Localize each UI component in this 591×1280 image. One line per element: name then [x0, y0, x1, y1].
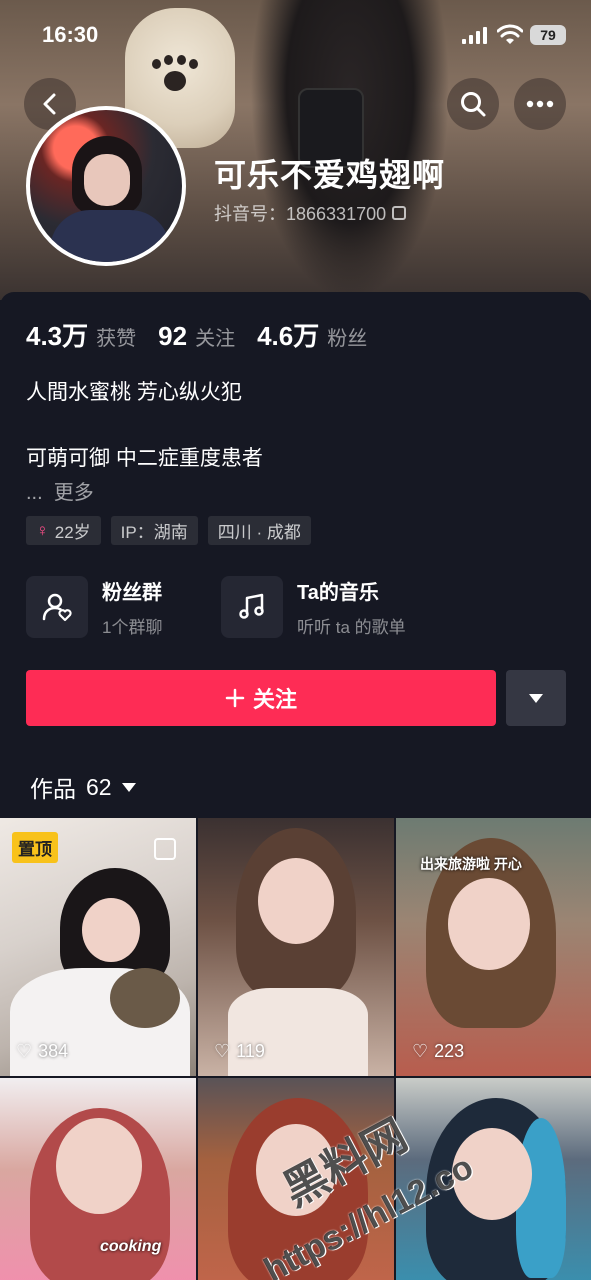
tab-works[interactable]: 作品 62 [30, 770, 136, 804]
copy-icon[interactable] [392, 206, 407, 220]
like-count: ♡ 223 [412, 1041, 465, 1061]
search-button[interactable] [447, 78, 499, 130]
music-entry[interactable]: Ta的音乐 听听 ta 的歌单 [221, 576, 406, 638]
follow-button[interactable]: 关注 [26, 670, 496, 726]
stat-likes[interactable]: 4.3万 获赞 [26, 316, 136, 353]
stat-followers-label: 粉丝 [327, 328, 368, 350]
heart-icon: ♡ [16, 1041, 33, 1061]
bio-expand[interactable]: ... 更多 [26, 476, 94, 505]
bio-line-2: 可萌可御 中二症重度患者 [26, 447, 263, 470]
video-thumbnail[interactable]: 出来旅游啦 开心 ♡ 223 [396, 818, 591, 1076]
status-bar: 16:30 79 [0, 0, 591, 70]
profile-tags: ♀ 22岁 IP：湖南 四川 · 成都 [26, 516, 311, 545]
music-subtitle: 听听 ta 的歌单 [297, 618, 406, 637]
works-grid: 置顶 ♡ 384 ♡ 119 出来旅游啦 开心 ♡ 223 cooking [0, 818, 591, 1280]
like-count: ♡ 119 [214, 1041, 265, 1061]
video-caption: 出来旅游啦 开心 [420, 856, 522, 872]
profile-nickname: 可乐不爱鸡翅啊 [214, 157, 446, 193]
ellipsis-icon [526, 100, 554, 108]
search-icon [461, 92, 486, 117]
cellular-signal-icon [462, 27, 487, 44]
like-count: ♡ 384 [16, 1041, 69, 1061]
tag-ip-label: IP：湖南 [120, 523, 188, 542]
status-time: 16:30 [42, 22, 99, 47]
multi-image-icon [154, 838, 176, 860]
more-options-button[interactable] [514, 78, 566, 130]
stat-following-value: 92 [158, 321, 188, 351]
fan-group-subtitle: 1个群聊 [102, 618, 163, 637]
battery-indicator: 79 [530, 25, 566, 45]
profile-info-panel: 4.3万 获赞 92 关注 4.6万 粉丝 人間水蜜桃 芳心纵火犯 可萌可御 中… [0, 292, 591, 822]
tag-location: 四川 · 成都 [207, 516, 311, 545]
douyin-id-row[interactable]: 抖音号：1866331700 [214, 200, 407, 226]
stat-likes-label: 获赞 [96, 328, 137, 350]
music-note-icon [221, 576, 283, 638]
stat-following-label: 关注 [195, 328, 236, 350]
stat-likes-value: 4.3万 [26, 321, 89, 351]
chevron-left-icon [43, 93, 56, 115]
music-title: Ta的音乐 [297, 582, 379, 604]
wifi-icon [497, 24, 523, 44]
stat-followers[interactable]: 4.6万 粉丝 [257, 316, 367, 353]
caret-down-icon [529, 693, 543, 703]
fan-group-title: 粉丝群 [102, 582, 162, 604]
tag-ip: IP：湖南 [110, 516, 198, 545]
video-thumbnail[interactable]: 置顶 ♡ 384 [0, 818, 196, 1076]
fan-group-entry[interactable]: 粉丝群 1个群聊 [26, 576, 162, 638]
stat-followers-value: 4.6万 [257, 321, 320, 351]
bio-ellipsis: ... [26, 482, 43, 504]
works-count: 62 [86, 773, 112, 800]
bio-line-1: 人間水蜜桃 芳心纵火犯 [26, 381, 242, 404]
video-thumbnail[interactable]: ♡ 119 [198, 818, 394, 1076]
fan-group-icon [26, 576, 88, 638]
bio-more-link[interactable]: 更多 [54, 482, 94, 504]
stat-following[interactable]: 92 关注 [158, 321, 235, 352]
video-thumbnail[interactable]: cooking [0, 1078, 196, 1280]
female-icon: ♀ [36, 520, 49, 540]
avatar[interactable] [26, 106, 186, 266]
video-caption: cooking [100, 1238, 162, 1255]
caret-down-icon [121, 782, 136, 792]
douyin-id-text: 抖音号：1866331700 [214, 204, 387, 224]
recommend-dropdown-button[interactable] [506, 670, 566, 726]
pinned-badge: 置顶 [12, 832, 58, 863]
tag-age: ♀ 22岁 [26, 516, 101, 545]
video-thumbnail[interactable] [198, 1078, 394, 1280]
works-label: 作品 [30, 776, 76, 802]
plus-icon [225, 688, 245, 708]
profile-stats: 4.3万 获赞 92 关注 4.6万 粉丝 [26, 316, 367, 353]
tag-age-label: 22岁 [54, 523, 91, 542]
heart-icon: ♡ [412, 1041, 429, 1061]
video-thumbnail[interactable] [396, 1078, 591, 1280]
heart-icon: ♡ [214, 1041, 231, 1061]
tag-location-label: 四川 · 成都 [217, 523, 301, 542]
follow-button-label: 关注 [252, 687, 297, 712]
